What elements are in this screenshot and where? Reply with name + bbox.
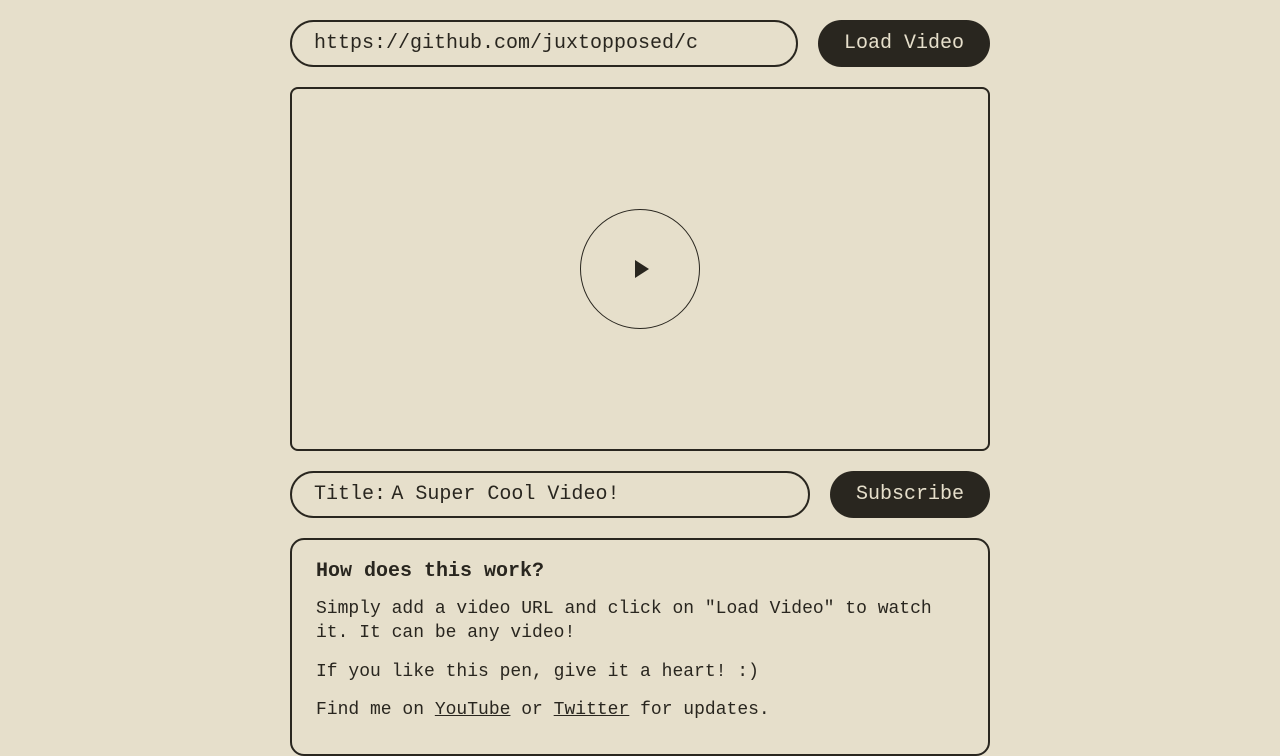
youtube-link[interactable]: YouTube xyxy=(435,700,511,720)
play-button[interactable] xyxy=(580,209,700,329)
info-p3-mid: or xyxy=(510,700,553,720)
info-paragraph-2: If you like this pen, give it a heart! :… xyxy=(316,660,964,684)
info-heading: How does this work? xyxy=(316,558,964,585)
title-prefix: Title: xyxy=(314,483,386,506)
subscribe-button[interactable]: Subscribe xyxy=(830,471,990,518)
info-p3-pre: Find me on xyxy=(316,700,435,720)
info-panel: How does this work? Simply add a video U… xyxy=(290,538,990,756)
info-p3-post: for updates. xyxy=(629,700,769,720)
info-paragraph-3: Find me on YouTube or Twitter for update… xyxy=(316,698,964,722)
load-video-button[interactable]: Load Video xyxy=(818,20,990,67)
info-paragraph-1: Simply add a video URL and click on "Loa… xyxy=(316,597,964,646)
title-text: A Super Cool Video! xyxy=(391,483,619,506)
url-input[interactable] xyxy=(290,20,798,67)
video-title-display: Title: A Super Cool Video! xyxy=(290,471,810,518)
video-player-area xyxy=(290,87,990,451)
twitter-link[interactable]: Twitter xyxy=(554,700,630,720)
play-icon xyxy=(635,260,649,278)
